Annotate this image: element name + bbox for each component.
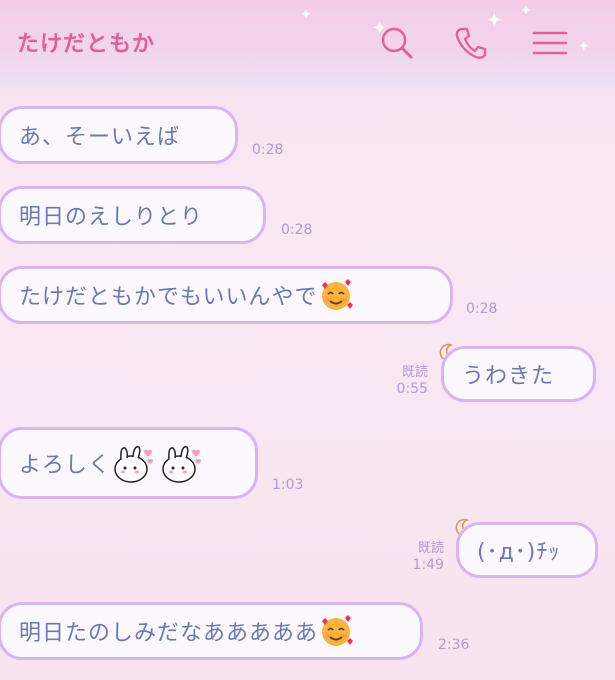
message-bubble[interactable]: うわきた: [441, 346, 596, 402]
message-text: 明日のえしりとり: [19, 205, 204, 230]
message-time: 0:28: [466, 301, 498, 317]
message-text: うわきた: [462, 364, 555, 389]
message-bubble[interactable]: あ、そーいえば: [0, 106, 238, 164]
message-text: よろしく: [19, 453, 112, 478]
message-text: たけだともかでもいいんやで: [19, 285, 318, 310]
message-bubble[interactable]: 明日たのしみだなあああああ: [0, 602, 423, 660]
menu-icon[interactable]: [530, 24, 568, 62]
message-text: (･д･)ﾁｯ: [477, 540, 561, 565]
smiling-face-with-hearts-emoji: [322, 615, 354, 646]
message-bubble[interactable]: たけだともかでもいいんやで: [0, 266, 453, 324]
sparkle-decoration: ✦: [578, 39, 590, 55]
message-time: 0:28: [252, 142, 284, 158]
bunny-kiss-sticker: [162, 445, 202, 483]
message-bubble[interactable]: 明日のえしりとり: [0, 186, 266, 244]
message-bubble[interactable]: (･д･)ﾁｯ: [456, 522, 598, 578]
search-icon[interactable]: [378, 24, 416, 62]
read-receipt: 既読: [417, 541, 444, 556]
chat-header: ✦ ✦ ✦ ✦ ✦ たけだともか: [0, 0, 615, 88]
bunny-kiss-sticker: [114, 445, 154, 483]
sparkle-decoration: ✦: [300, 7, 312, 23]
sparkle-decoration: ✦: [520, 3, 532, 19]
message-bubble[interactable]: よろしく: [0, 427, 258, 499]
read-receipt: 既読: [401, 365, 428, 380]
smiling-face-with-hearts-emoji: [321, 279, 353, 310]
message-text: 明日たのしみだなあああああ: [19, 621, 319, 646]
message-time: 0:28: [281, 222, 313, 238]
message-time: 2:36: [438, 637, 470, 653]
chat-title: たけだともか: [17, 32, 156, 57]
message-time: 0:55: [396, 381, 428, 397]
message-text: あ、そーいえば: [19, 125, 181, 150]
phone-icon[interactable]: [452, 24, 490, 62]
message-time: 1:49: [412, 557, 444, 573]
message-time: 1:03: [272, 477, 304, 493]
